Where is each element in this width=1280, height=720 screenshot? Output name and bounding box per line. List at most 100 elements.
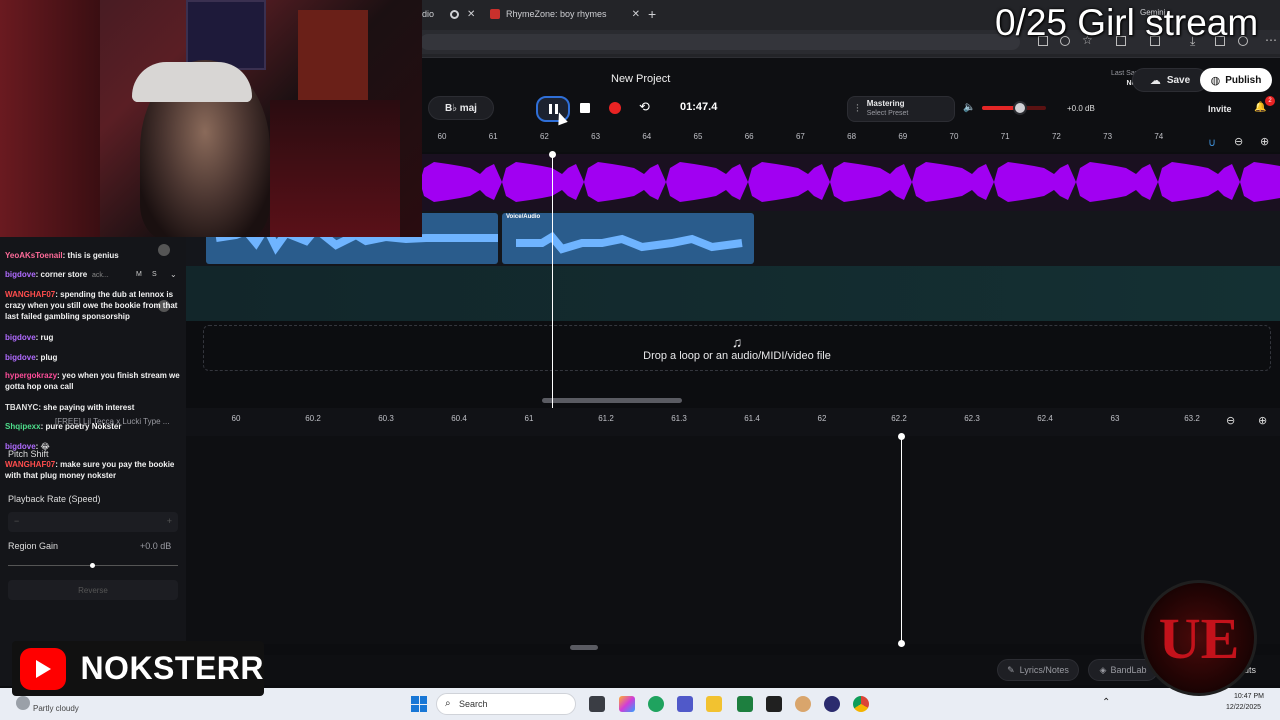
detail-ruler-tick: 63.2 [1184, 414, 1200, 423]
detail-ruler-tick: 61 [524, 414, 534, 423]
ruler-tick: 65 [693, 132, 703, 141]
minus-icon[interactable]: − [14, 516, 19, 526]
time-display: 01:47.4 [680, 101, 718, 113]
weather-text[interactable]: Partly cloudy [33, 704, 79, 713]
region-gain-knob[interactable] [90, 563, 95, 568]
browser-tab-rhymezone[interactable]: RhymeZone: boy rhymes ✕ [490, 4, 640, 24]
chat-text: : 😂 [35, 442, 50, 451]
detail-zoom-in-icon[interactable]: ⊕ [1258, 414, 1267, 427]
detail-ruler-tick: 60.3 [378, 414, 394, 423]
close-tab-icon[interactable]: ✕ [467, 9, 475, 20]
taskbar-search[interactable]: ⌕ Search [436, 693, 576, 715]
tray-chevron-icon[interactable]: ⌃ [1102, 697, 1110, 708]
magnet-icon[interactable]: ∪ [1208, 136, 1216, 149]
ruler-tick: 60 [437, 132, 447, 141]
detail-ruler[interactable]: 60 60.2 60.3 60.4 61 61.2 61.3 61.4 62 62.2 62.3 62… [186, 408, 1280, 436]
timeline-ruler[interactable]: 60 61 62 63 64 65 66 67 68 69 70 71 72 73 74 [420, 128, 1280, 152]
chat-username[interactable]: WANGHAF07 [5, 290, 55, 299]
record-tab-icon [450, 9, 460, 19]
app-icon[interactable] [795, 696, 811, 712]
region-editor[interactable] [186, 436, 1280, 644]
master-volume-slider[interactable] [982, 101, 1046, 115]
region-gain-slider[interactable] [8, 563, 178, 568]
save-button[interactable]: ☁ Save [1132, 68, 1208, 92]
chat-username[interactable]: WANGHAF07 [5, 460, 55, 469]
ruler-tick: 74 [1154, 132, 1164, 141]
address-bar[interactable] [420, 34, 1020, 50]
curtain [0, 0, 100, 237]
taskbar-time[interactable]: 10:47 PM [1234, 693, 1264, 700]
ruler-tick: 61 [488, 132, 498, 141]
capcut-icon[interactable] [766, 696, 782, 712]
chat-message: WANGHAF07: make sure you pay the bookie … [5, 459, 183, 481]
playhead-handle[interactable] [549, 151, 556, 158]
plus-icon[interactable]: + [167, 516, 172, 526]
bell-icon[interactable]: 🔔 [1254, 102, 1266, 113]
new-tab-button[interactable]: + [648, 4, 656, 24]
excel-icon[interactable] [737, 696, 753, 712]
volume-knob[interactable] [1013, 101, 1028, 115]
browser-tab-partial[interactable]: dio ✕ [422, 4, 475, 24]
chat-username[interactable]: bigdove [5, 442, 36, 451]
lyrics-label: Lyrics/Notes [1019, 665, 1069, 675]
chat-message: YeoAKsToenail: this is genius [5, 250, 183, 261]
horizontal-scrollbar[interactable] [542, 398, 682, 403]
loop-button[interactable]: ⟲ [639, 99, 650, 115]
publish-button[interactable]: ◍ Publish [1200, 68, 1272, 92]
bandlab-icon: ◈ [1099, 664, 1107, 675]
chrome-icon[interactable] [853, 696, 869, 712]
detail-ruler-tick: 61.4 [744, 414, 760, 423]
chat-text: : pure poetry Nokster [40, 422, 122, 431]
key-selector[interactable]: B♭ maj [428, 96, 494, 120]
ruler-tick: 62 [539, 132, 549, 141]
chat-username[interactable]: Shqipexx [5, 422, 41, 431]
stop-button[interactable] [580, 103, 590, 113]
playhead[interactable] [552, 153, 553, 408]
project-title[interactable]: New Project [611, 73, 670, 85]
mastering-button[interactable]: ⫶ Mastering Select Preset [847, 96, 955, 122]
globe-icon: ◍ [1210, 74, 1221, 87]
file-explorer-icon[interactable] [706, 696, 722, 712]
mastering-preset: Select Preset [866, 110, 909, 117]
ruler-tick: 67 [795, 132, 805, 141]
wall-art [298, 10, 368, 100]
chat-username[interactable]: bigdove [5, 270, 36, 279]
edge-icon[interactable] [648, 696, 664, 712]
invite-button[interactable]: Invite [1208, 104, 1232, 114]
audio-clip-voice[interactable]: Voice/Audio [502, 213, 754, 264]
detail-ruler-tick: 62.2 [891, 414, 907, 423]
detail-ruler-tick: 60.4 [451, 414, 467, 423]
obs-icon[interactable] [824, 696, 840, 712]
record-button[interactable] [609, 102, 621, 114]
taskbar-date[interactable]: 12/22/2025 [1226, 704, 1261, 711]
drop-zone[interactable]: ♫ Drop a loop or an audio/MIDI/video fil… [203, 325, 1271, 371]
task-view-icon[interactable] [589, 696, 605, 712]
lyrics-notes-button[interactable]: ✎ Lyrics/Notes [997, 659, 1079, 681]
chat-message: WANGHAF07: spending the dub at lennox is… [5, 289, 183, 322]
detail-scrollbar[interactable] [570, 645, 598, 650]
playback-rate-label: Playback Rate (Speed) [8, 494, 101, 504]
zoom-out-icon[interactable]: ⊖ [1234, 135, 1243, 148]
detail-playhead[interactable] [901, 436, 902, 644]
chat-username[interactable]: TBANYC [5, 403, 38, 412]
reverse-button[interactable]: Reverse [8, 580, 178, 600]
chat-username[interactable]: YeoAKsToenail [5, 251, 63, 260]
chat-username[interactable]: hypergokrazy [5, 371, 57, 380]
ue-logo: UE [1141, 580, 1257, 696]
pencil-icon: ✎ [1007, 664, 1015, 675]
teams-icon[interactable] [677, 696, 693, 712]
chat-username[interactable]: bigdove [5, 333, 36, 342]
more-icon[interactable]: ⋯ [1265, 33, 1277, 47]
zoom-in-icon[interactable]: ⊕ [1260, 135, 1269, 148]
copilot-icon[interactable] [619, 696, 635, 712]
speaker-icon[interactable]: 🔈 [963, 102, 975, 113]
chat-username[interactable]: bigdove [5, 353, 36, 362]
weather-icon[interactable] [16, 696, 30, 710]
track-purple-region[interactable] [420, 154, 1280, 211]
close-tab-icon[interactable]: ✕ [632, 9, 640, 20]
detail-zoom-out-icon[interactable]: ⊖ [1226, 414, 1235, 427]
playback-rate-stepper[interactable]: − + [8, 512, 178, 532]
voice-waveform [516, 231, 743, 254]
tab-rhymezone-label: RhymeZone: boy rhymes [506, 9, 607, 19]
start-button[interactable] [411, 696, 427, 712]
